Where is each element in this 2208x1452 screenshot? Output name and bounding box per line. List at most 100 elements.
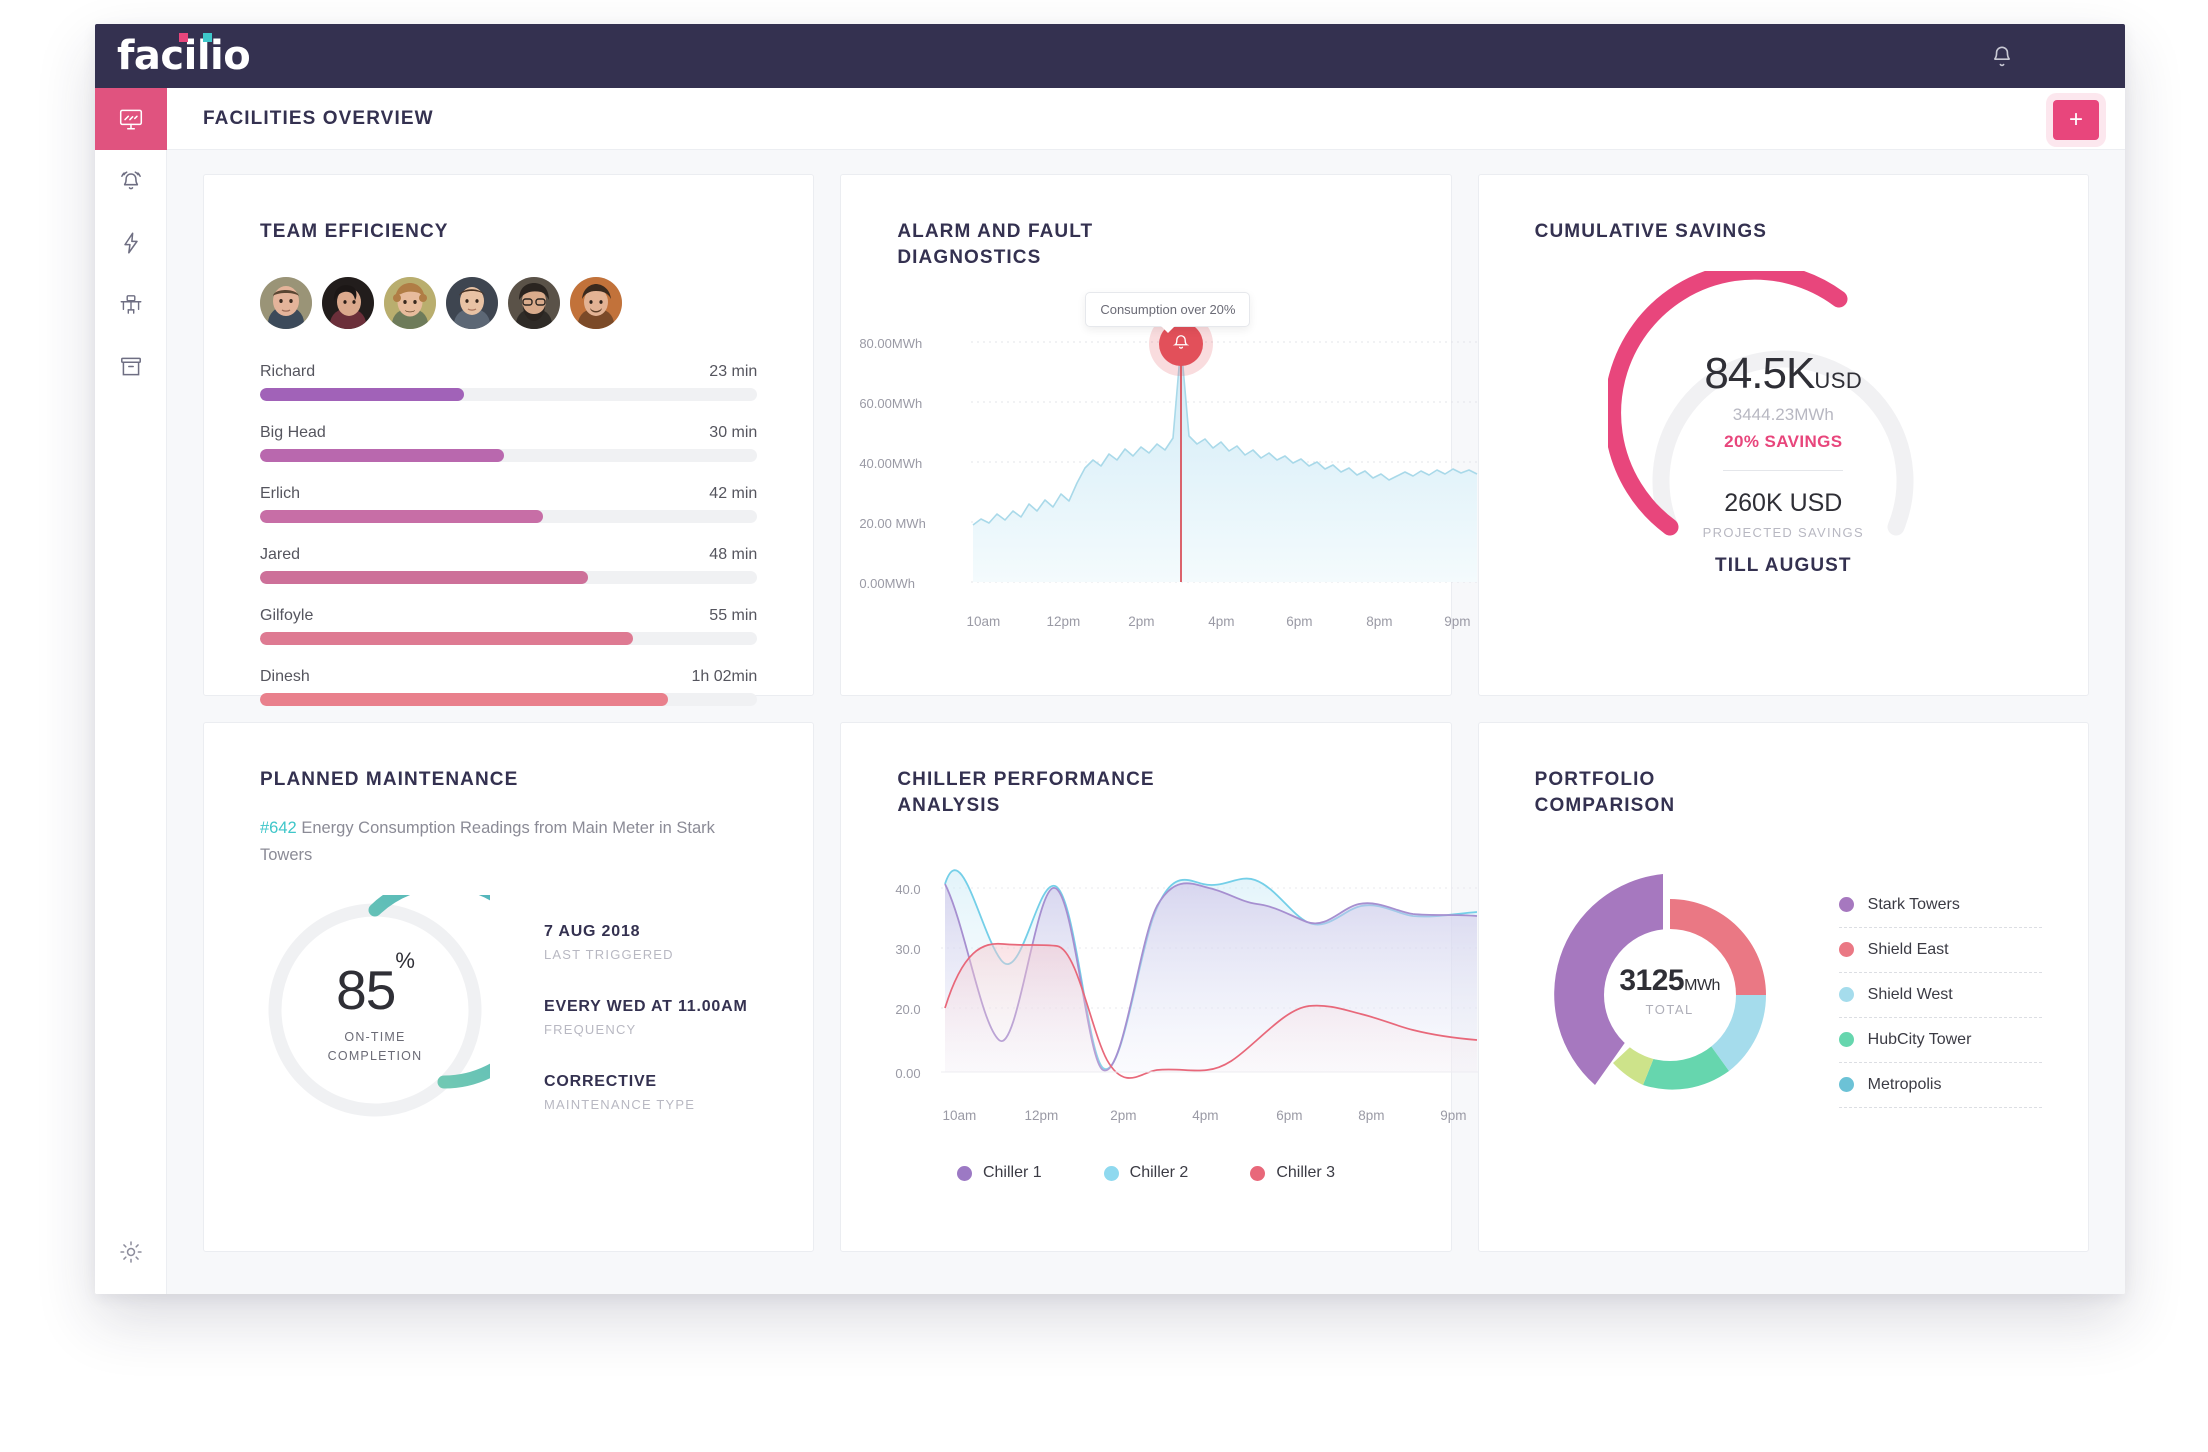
- chiller-xtick: 12pm: [1024, 1108, 1059, 1124]
- planned-maintenance-description: #642 Energy Consumption Readings from Ma…: [260, 815, 757, 869]
- team-bar-track: [260, 448, 758, 462]
- chiller-title-line1: CHILLER PERFORMANCE: [897, 769, 1155, 790]
- chiller-legend: Chiller 1 Chiller 2 Chiller 3: [841, 1164, 1450, 1182]
- team-member-value: 55 min: [709, 606, 758, 624]
- add-widget-button[interactable]: +: [2053, 100, 2099, 140]
- completion-donut: 85% ON-TIME COMPLETION: [260, 875, 551, 1125]
- alarm-bell-icon: [118, 168, 144, 194]
- card-alarm-diagnostics: ALARM AND FAULT DIAGNOSTICS 80.00MWh 60.…: [840, 174, 1482, 696]
- portfolio-total-value: 3125: [1619, 964, 1685, 998]
- team-bar-track: [260, 570, 758, 584]
- avatar[interactable]: [322, 276, 374, 329]
- logo-dot-teal: [203, 33, 212, 42]
- dashboard-content: TEAM EFFICIENCY Richard 23 min Big Head …: [167, 150, 2125, 1294]
- portfolio-total-unit: MWh: [1684, 977, 1720, 995]
- legend-label: Chiller 2: [1129, 1164, 1189, 1182]
- alarm-x-axis: 10am 12pm 2pm 4pm 6pm 8pm 9pm: [841, 614, 1470, 634]
- card-chiller-performance: CHILLER PERFORMANCE ANALYSIS 40.0 30.0 2…: [840, 722, 1482, 1252]
- portfolio-title-line1: PORTFOLIO: [1534, 769, 1656, 790]
- savings-title: CUMULATIVE SAVINGS: [1534, 221, 1767, 242]
- legend-color-dot: [1838, 897, 1854, 913]
- app-logo[interactable]: facilio: [117, 33, 251, 76]
- team-member-name: Big Head: [260, 423, 326, 441]
- dashboard-monitor-icon: [118, 106, 144, 132]
- sidebar-item-workstations[interactable]: [95, 274, 167, 336]
- chiller-xtick: 10am: [942, 1108, 977, 1124]
- alarm-title: ALARM AND FAULT DIAGNOSTICS: [841, 219, 1450, 270]
- legend-item-stark-towers[interactable]: Stark Towers: [1838, 883, 2042, 928]
- sidebar-item-alarms[interactable]: [95, 150, 167, 212]
- top-bar: facilio: [95, 24, 2125, 88]
- savings-amount: 84.5K: [1704, 348, 1815, 398]
- avatar[interactable]: [260, 276, 312, 329]
- avatar[interactable]: [508, 276, 560, 329]
- alarm-xtick: 8pm: [1366, 614, 1393, 630]
- avatar[interactable]: [570, 276, 622, 329]
- completion-label-line2: COMPLETION: [327, 1048, 423, 1063]
- legend-item-hubcity-tower[interactable]: HubCity Tower: [1838, 1018, 2042, 1063]
- alarm-bell-icon: [1171, 332, 1191, 357]
- detail-label: MAINTENANCE TYPE: [544, 1097, 696, 1113]
- legend-label: Shield East: [1867, 940, 1949, 958]
- notification-bell-icon[interactable]: [1989, 44, 2015, 70]
- team-bar-track: [260, 387, 758, 401]
- detail-maintenance-type: CORRECTIVE MAINTENANCE TYPE: [544, 1073, 748, 1112]
- team-bar-fill: [260, 509, 544, 523]
- savings-currency: USD: [1814, 367, 1863, 393]
- ticket-description: Energy Consumption Readings from Main Me…: [260, 818, 715, 864]
- team-bar-track: [260, 509, 758, 523]
- team-bar-fill: [260, 631, 633, 645]
- chiller-chart: 40.0 30.0 20.0 0.00 10am 12pm 2pm 4pm 6p…: [841, 844, 1482, 1134]
- sidebar-item-archive[interactable]: [95, 336, 167, 398]
- team-bar-fill: [260, 570, 589, 584]
- app-window: facilio FACILITIES OVERVIEW + TEAM EFFIC…: [95, 24, 2125, 1294]
- alarm-chart: 80.00MWh 60.00MWh 40.00MWh 20.00 MWh 0.0…: [841, 292, 1482, 640]
- completion-label-line1: ON-TIME: [344, 1030, 406, 1045]
- savings-sub-value: 3444.23MWh: [1732, 404, 1834, 424]
- alarm-xtick: 2pm: [1128, 614, 1155, 630]
- savings-divider: [1723, 469, 1844, 471]
- chiller-xtick: 2pm: [1110, 1108, 1137, 1124]
- chiller-x-axis: 10am 12pm 2pm 4pm 6pm 8pm 9pm: [841, 1108, 1466, 1128]
- workstation-desk-icon: [118, 292, 144, 318]
- legend-item-shield-west[interactable]: Shield West: [1838, 973, 2042, 1018]
- team-bar-row: Jared 48 min: [260, 545, 758, 584]
- avatar[interactable]: [446, 276, 498, 329]
- savings-projected-label: PROJECTED SAVINGS: [1702, 524, 1864, 540]
- legend-label: Chiller 3: [1276, 1164, 1336, 1182]
- team-member-value: 48 min: [709, 545, 758, 563]
- detail-label: FREQUENCY: [544, 1022, 637, 1038]
- portfolio-total-label: TOTAL: [1645, 1002, 1694, 1018]
- alarm-xtick: 12pm: [1046, 614, 1081, 630]
- legend-item-shield-east[interactable]: Shield East: [1838, 928, 2042, 973]
- legend-item-chiller-3[interactable]: Chiller 3: [1250, 1164, 1335, 1182]
- gear-icon: [118, 1239, 144, 1270]
- chiller-xtick: 9pm: [1440, 1108, 1467, 1124]
- chiller-title-line2: ANALYSIS: [897, 794, 1001, 816]
- sidebar-item-energy[interactable]: [95, 212, 167, 274]
- legend-label: Metropolis: [1867, 1075, 1942, 1093]
- team-bar-fill: [260, 387, 464, 401]
- team-member-name: Jared: [260, 545, 301, 563]
- team-member-value: 23 min: [709, 362, 758, 380]
- sidebar-item-settings[interactable]: [95, 1232, 167, 1276]
- detail-frequency: EVERY WED AT 11.00AM FREQUENCY: [544, 998, 748, 1037]
- completion-center: 85% ON-TIME COMPLETION: [260, 949, 490, 1066]
- sidebar-item-dashboard[interactable]: [95, 88, 167, 150]
- completion-label: ON-TIME COMPLETION: [260, 1028, 490, 1066]
- legend-item-metropolis[interactable]: Metropolis: [1838, 1063, 2042, 1108]
- legend-item-chiller-2[interactable]: Chiller 2: [1103, 1164, 1189, 1182]
- team-member-value: 1h 02min: [691, 667, 758, 685]
- portfolio-body: 3125MWh TOTAL Stark Towers Shield East S…: [1535, 860, 2042, 1130]
- portfolio-legend: Stark Towers Shield East Shield West Hub…: [1838, 883, 2042, 1108]
- legend-item-chiller-1[interactable]: Chiller 1: [956, 1164, 1042, 1182]
- team-bar-track: [260, 631, 758, 645]
- sidebar: [95, 88, 167, 1294]
- savings-projected-value: 260K USD: [1724, 488, 1843, 517]
- page-title: FACILITIES OVERVIEW: [203, 107, 434, 129]
- ticket-id-link[interactable]: #642: [260, 819, 297, 837]
- portfolio-center: 3125MWh TOTAL: [1580, 964, 1760, 1017]
- team-member-value: 30 min: [709, 423, 758, 441]
- page-header: FACILITIES OVERVIEW +: [167, 88, 2125, 150]
- avatar[interactable]: [384, 276, 436, 329]
